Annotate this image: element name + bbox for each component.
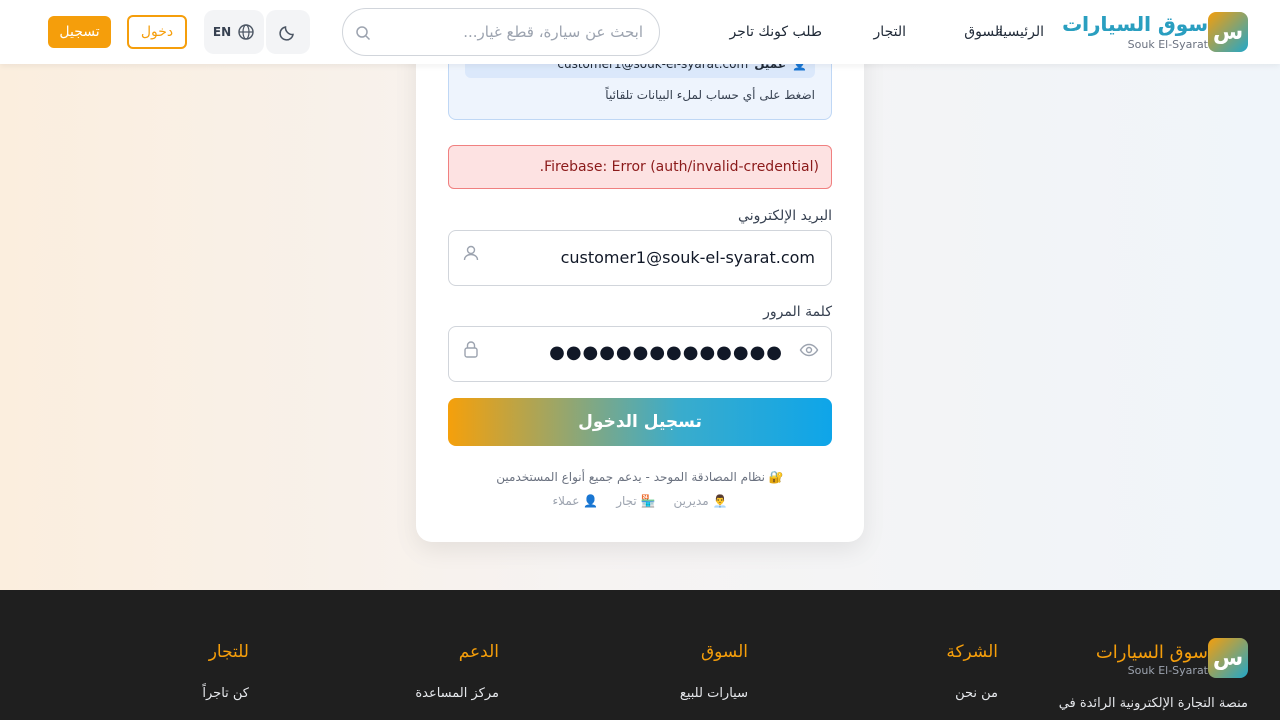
footer-description: منصة التجارة الإلكترونية الرائدة في	[1058, 696, 1248, 711]
password-input[interactable]: ●●●●●●●●●●●●●●	[549, 342, 783, 363]
search-input[interactable]: ابحث عن سيارة، قطع غيار...	[463, 23, 643, 41]
submit-login-button[interactable]: تسجيل الدخول	[448, 398, 832, 446]
user-roles: 👨‍💼 مديرين 🏪 تجار 👤 عملاء	[448, 494, 832, 508]
footer-link-help-center[interactable]: مركز المساعدة	[415, 686, 499, 701]
theme-toggle-button[interactable]	[266, 10, 310, 54]
role-dealers: 🏪 تجار	[616, 494, 656, 508]
footer: س سوق السيارات Souk El-Syarat منصة التجا…	[0, 590, 1280, 720]
role-customers: 👤 عملاء	[552, 494, 599, 508]
nav-become-dealer[interactable]: طلب كونك تاجر	[729, 24, 822, 40]
eye-icon[interactable]	[799, 340, 819, 360]
role-admins: 👨‍💼 مديرين	[673, 494, 728, 508]
nav-dealers[interactable]: التجار	[874, 24, 906, 40]
nav-market[interactable]: السوق	[964, 24, 1003, 40]
email-input[interactable]: customer1@souk-el-syarat.com	[561, 248, 815, 267]
footer-heading-company: الشركة	[946, 642, 998, 662]
footer-link-about[interactable]: من نحن	[955, 686, 998, 701]
footer-heading-support: الدعم	[458, 642, 499, 662]
moon-icon	[279, 26, 294, 41]
footer-heading-dealers: للتجار	[208, 642, 249, 662]
nav-home[interactable]: الرئيسية	[996, 24, 1044, 40]
brand-subtitle: Souk El-Syarat	[1127, 38, 1208, 51]
error-alert: Firebase: Error (auth/invalid-credential…	[448, 145, 832, 189]
demo-hint: اضغط على أي حساب لملء البيانات تلقائياً	[605, 88, 815, 102]
email-label: البريد الإلكتروني	[738, 208, 832, 224]
search-bar[interactable]: ابحث عن سيارة، قطع غيار...	[342, 8, 660, 56]
auth-system-note: 🔐 نظام المصادقة الموحد - يدعم جميع أنواع…	[496, 470, 784, 484]
footer-brand-name: سوق السيارات	[1095, 642, 1208, 663]
footer-heading-market: السوق	[700, 642, 748, 662]
brand-name[interactable]: سوق السيارات	[1062, 12, 1208, 36]
lock-icon	[464, 341, 478, 358]
language-label: EN	[212, 25, 232, 39]
search-icon	[356, 26, 371, 41]
footer-logo-icon: س	[1208, 638, 1248, 678]
email-field[interactable]: customer1@souk-el-syarat.com	[448, 230, 832, 286]
login-button[interactable]: دخول	[127, 15, 187, 49]
password-field[interactable]: ●●●●●●●●●●●●●●	[448, 326, 832, 382]
top-navbar: س سوق السيارات Souk El-Syarat الرئيسية ا…	[0, 0, 1280, 64]
password-label: كلمة المرور	[763, 304, 832, 320]
footer-link-become-dealer[interactable]: كن تاجراً	[202, 686, 249, 701]
register-button[interactable]: تسجيل	[48, 16, 111, 48]
logo-icon[interactable]: س	[1208, 12, 1248, 52]
globe-icon	[238, 24, 254, 40]
user-icon	[463, 245, 479, 261]
language-button[interactable]: EN	[204, 10, 264, 54]
footer-brand-subtitle: Souk El-Syarat	[1127, 664, 1208, 677]
footer-link-cars-for-sale[interactable]: سيارات للبيع	[680, 686, 748, 701]
